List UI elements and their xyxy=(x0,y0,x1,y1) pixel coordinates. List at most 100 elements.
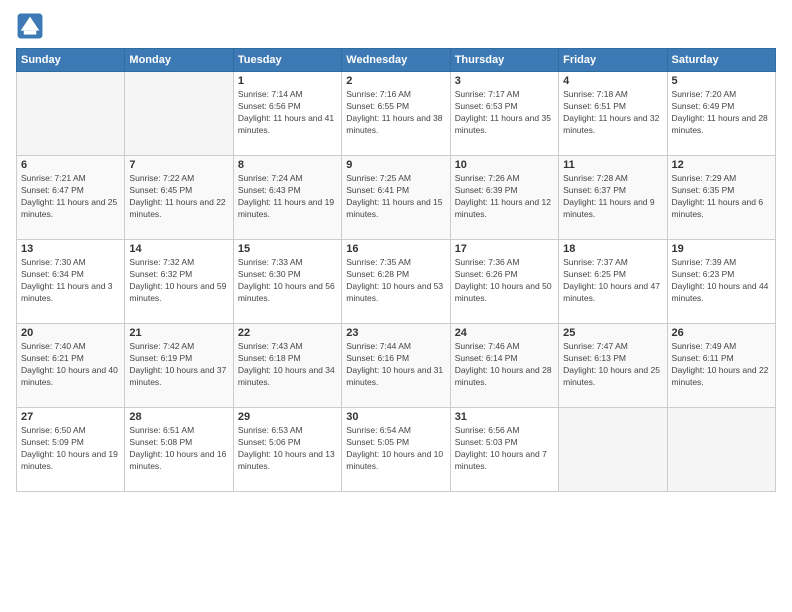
day-detail: Sunrise: 7:16 AMSunset: 6:55 PMDaylight:… xyxy=(346,89,445,137)
day-cell: 8 Sunrise: 7:24 AMSunset: 6:43 PMDaylight… xyxy=(233,156,341,240)
col-header-tuesday: Tuesday xyxy=(233,49,341,72)
day-cell xyxy=(667,408,775,492)
day-number: 23 xyxy=(346,327,445,339)
day-number: 31 xyxy=(455,411,554,423)
day-detail: Sunrise: 7:18 AMSunset: 6:51 PMDaylight:… xyxy=(563,89,662,137)
day-detail: Sunrise: 7:40 AMSunset: 6:21 PMDaylight:… xyxy=(21,341,120,389)
day-cell: 6 Sunrise: 7:21 AMSunset: 6:47 PMDaylight… xyxy=(17,156,125,240)
day-cell: 2Sunrise: 7:16 AMSunset: 6:55 PMDaylight… xyxy=(342,72,450,156)
day-number: 8 xyxy=(238,159,337,171)
day-number: 4 xyxy=(563,75,662,87)
day-detail: Sunrise: 7:17 AMSunset: 6:53 PMDaylight:… xyxy=(455,89,554,137)
col-header-saturday: Saturday xyxy=(667,49,775,72)
day-cell: 27 Sunrise: 6:50 AMSunset: 5:09 PMDayligh… xyxy=(17,408,125,492)
day-cell: 22 Sunrise: 7:43 AMSunset: 6:18 PMDayligh… xyxy=(233,324,341,408)
day-number: 15 xyxy=(238,243,337,255)
day-cell: 17 Sunrise: 7:36 AMSunset: 6:26 PMDayligh… xyxy=(450,240,558,324)
day-detail: Sunrise: 7:39 AMSunset: 6:23 PMDaylight:… xyxy=(672,257,771,305)
day-cell: 31 Sunrise: 6:56 AMSunset: 5:03 PMDayligh… xyxy=(450,408,558,492)
day-number: 22 xyxy=(238,327,337,339)
week-row-4: 20 Sunrise: 7:40 AMSunset: 6:21 PMDayligh… xyxy=(17,324,776,408)
day-number: 9 xyxy=(346,159,445,171)
day-number: 16 xyxy=(346,243,445,255)
calendar-page: SundayMondayTuesdayWednesdayThursdayFrid… xyxy=(0,0,792,612)
day-number: 30 xyxy=(346,411,445,423)
day-number: 7 xyxy=(129,159,228,171)
day-number: 14 xyxy=(129,243,228,255)
day-detail: Sunrise: 6:54 AMSunset: 5:05 PMDaylight:… xyxy=(346,425,445,473)
day-number: 1 xyxy=(238,75,337,87)
day-detail: Sunrise: 7:33 AMSunset: 6:30 PMDaylight:… xyxy=(238,257,337,305)
day-detail: Sunrise: 7:49 AMSunset: 6:11 PMDaylight:… xyxy=(672,341,771,389)
day-cell: 15 Sunrise: 7:33 AMSunset: 6:30 PMDayligh… xyxy=(233,240,341,324)
col-header-wednesday: Wednesday xyxy=(342,49,450,72)
day-number: 20 xyxy=(21,327,120,339)
day-cell: 21 Sunrise: 7:42 AMSunset: 6:19 PMDayligh… xyxy=(125,324,233,408)
logo xyxy=(16,12,48,40)
day-detail: Sunrise: 7:25 AMSunset: 6:41 PMDaylight:… xyxy=(346,173,445,221)
day-cell: 13 Sunrise: 7:30 AMSunset: 6:34 PMDayligh… xyxy=(17,240,125,324)
logo-icon xyxy=(16,12,44,40)
col-header-sunday: Sunday xyxy=(17,49,125,72)
day-cell: 1 Sunrise: 7:14 AMSunset: 6:56 PMDaylight… xyxy=(233,72,341,156)
day-cell: 10 Sunrise: 7:26 AMSunset: 6:39 PMDayligh… xyxy=(450,156,558,240)
day-cell: 4 Sunrise: 7:18 AMSunset: 6:51 PMDaylight… xyxy=(559,72,667,156)
day-detail: Sunrise: 7:37 AMSunset: 6:25 PMDaylight:… xyxy=(563,257,662,305)
day-cell: 7 Sunrise: 7:22 AMSunset: 6:45 PMDaylight… xyxy=(125,156,233,240)
week-row-2: 6 Sunrise: 7:21 AMSunset: 6:47 PMDaylight… xyxy=(17,156,776,240)
day-number: 28 xyxy=(129,411,228,423)
day-cell: 24Sunrise: 7:46 AMSunset: 6:14 PMDayligh… xyxy=(450,324,558,408)
day-detail: Sunrise: 7:32 AMSunset: 6:32 PMDaylight:… xyxy=(129,257,228,305)
day-detail: Sunrise: 7:46 AMSunset: 6:14 PMDaylight:… xyxy=(455,341,554,389)
day-number: 17 xyxy=(455,243,554,255)
day-detail: Sunrise: 6:50 AMSunset: 5:09 PMDaylight:… xyxy=(21,425,120,473)
day-cell: 9 Sunrise: 7:25 AMSunset: 6:41 PMDaylight… xyxy=(342,156,450,240)
day-cell: 28Sunrise: 6:51 AMSunset: 5:08 PMDayligh… xyxy=(125,408,233,492)
day-detail: Sunrise: 7:26 AMSunset: 6:39 PMDaylight:… xyxy=(455,173,554,221)
week-row-3: 13 Sunrise: 7:30 AMSunset: 6:34 PMDayligh… xyxy=(17,240,776,324)
day-number: 13 xyxy=(21,243,120,255)
col-header-thursday: Thursday xyxy=(450,49,558,72)
day-cell xyxy=(17,72,125,156)
header-row: SundayMondayTuesdayWednesdayThursdayFrid… xyxy=(17,49,776,72)
day-number: 21 xyxy=(129,327,228,339)
day-detail: Sunrise: 7:21 AMSunset: 6:47 PMDaylight:… xyxy=(21,173,120,221)
day-cell: 30 Sunrise: 6:54 AMSunset: 5:05 PMDayligh… xyxy=(342,408,450,492)
day-cell: 5Sunrise: 7:20 AMSunset: 6:49 PMDaylight… xyxy=(667,72,775,156)
day-detail: Sunrise: 7:42 AMSunset: 6:19 PMDaylight:… xyxy=(129,341,228,389)
day-cell: 3 Sunrise: 7:17 AMSunset: 6:53 PMDaylight… xyxy=(450,72,558,156)
day-number: 10 xyxy=(455,159,554,171)
day-detail: Sunrise: 7:24 AMSunset: 6:43 PMDaylight:… xyxy=(238,173,337,221)
day-cell: 16 Sunrise: 7:35 AMSunset: 6:28 PMDayligh… xyxy=(342,240,450,324)
day-number: 11 xyxy=(563,159,662,171)
day-cell: 29 Sunrise: 6:53 AMSunset: 5:06 PMDayligh… xyxy=(233,408,341,492)
day-detail: Sunrise: 7:44 AMSunset: 6:16 PMDaylight:… xyxy=(346,341,445,389)
day-number: 18 xyxy=(563,243,662,255)
day-cell: 20 Sunrise: 7:40 AMSunset: 6:21 PMDayligh… xyxy=(17,324,125,408)
header xyxy=(16,12,776,40)
day-detail: Sunrise: 7:28 AMSunset: 6:37 PMDaylight:… xyxy=(563,173,662,221)
week-row-1: 1 Sunrise: 7:14 AMSunset: 6:56 PMDaylight… xyxy=(17,72,776,156)
day-detail: Sunrise: 7:22 AMSunset: 6:45 PMDaylight:… xyxy=(129,173,228,221)
day-number: 5 xyxy=(672,75,771,87)
day-detail: Sunrise: 7:36 AMSunset: 6:26 PMDaylight:… xyxy=(455,257,554,305)
day-number: 29 xyxy=(238,411,337,423)
day-number: 25 xyxy=(563,327,662,339)
day-detail: Sunrise: 7:35 AMSunset: 6:28 PMDaylight:… xyxy=(346,257,445,305)
day-detail: Sunrise: 7:14 AMSunset: 6:56 PMDaylight:… xyxy=(238,89,337,137)
day-number: 3 xyxy=(455,75,554,87)
day-detail: Sunrise: 6:56 AMSunset: 5:03 PMDaylight:… xyxy=(455,425,554,473)
day-cell: 25 Sunrise: 7:47 AMSunset: 6:13 PMDayligh… xyxy=(559,324,667,408)
day-cell: 18 Sunrise: 7:37 AMSunset: 6:25 PMDayligh… xyxy=(559,240,667,324)
day-number: 27 xyxy=(21,411,120,423)
day-number: 26 xyxy=(672,327,771,339)
day-number: 19 xyxy=(672,243,771,255)
day-detail: Sunrise: 7:29 AMSunset: 6:35 PMDaylight:… xyxy=(672,173,771,221)
day-detail: Sunrise: 6:53 AMSunset: 5:06 PMDaylight:… xyxy=(238,425,337,473)
day-cell: 19 Sunrise: 7:39 AMSunset: 6:23 PMDayligh… xyxy=(667,240,775,324)
day-detail: Sunrise: 7:30 AMSunset: 6:34 PMDaylight:… xyxy=(21,257,120,305)
day-number: 6 xyxy=(21,159,120,171)
day-detail: Sunrise: 7:47 AMSunset: 6:13 PMDaylight:… xyxy=(563,341,662,389)
day-cell xyxy=(559,408,667,492)
day-detail: Sunrise: 7:43 AMSunset: 6:18 PMDaylight:… xyxy=(238,341,337,389)
